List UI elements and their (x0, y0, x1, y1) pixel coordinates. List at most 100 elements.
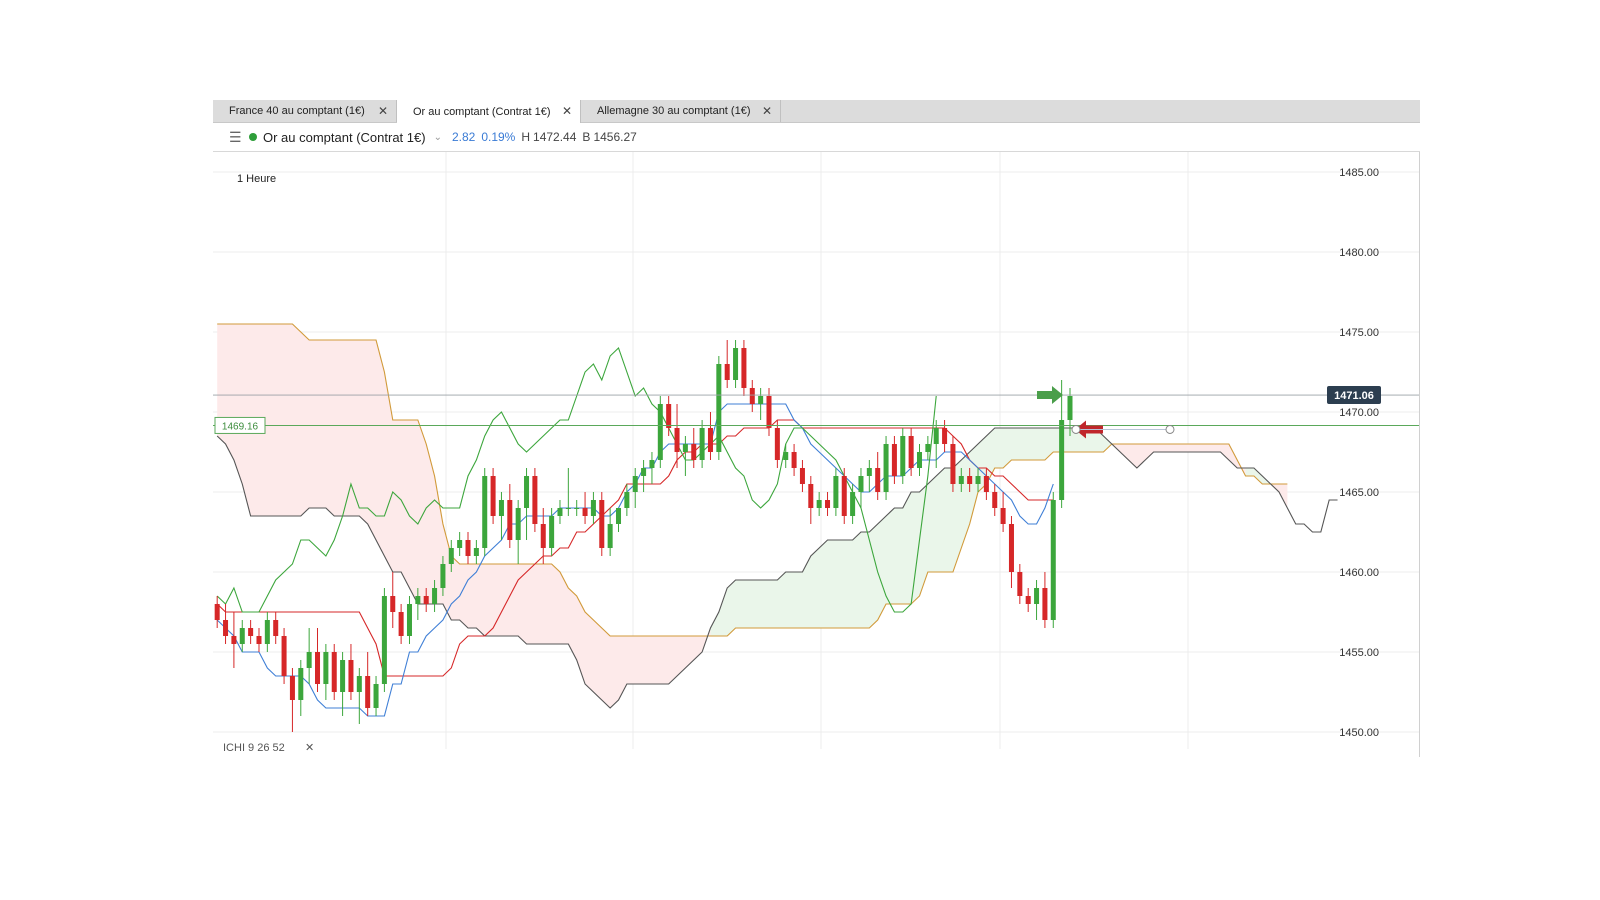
candle-body (1025, 596, 1031, 604)
candle-body (331, 652, 337, 692)
current-price-label: 1471.06 (1334, 390, 1374, 402)
tab-label: Allemagne 30 au comptant (1€) (597, 105, 751, 117)
candle-body (992, 492, 998, 508)
candle-body (231, 636, 237, 644)
low-value: 1456.27 (593, 130, 637, 144)
drawing-handle (1071, 424, 1081, 434)
candle-body (365, 676, 371, 708)
candle-body (733, 348, 739, 380)
candle-body (774, 428, 780, 460)
low-label: B (582, 130, 591, 144)
candle-body (248, 628, 254, 636)
market-status-dot (249, 133, 257, 141)
candle-body (624, 492, 630, 508)
candle-body (524, 476, 530, 508)
candle-body (607, 524, 613, 548)
tab-bar: France 40 au comptant (1€) ✕ Or au compt… (213, 100, 1420, 123)
y-tick-label: 1470.00 (1339, 407, 1379, 419)
candle-body (850, 492, 856, 516)
candle-body (432, 588, 438, 604)
candle-body (423, 596, 429, 604)
candle-body (1042, 588, 1048, 620)
candle-body (632, 476, 638, 492)
candle-body (473, 548, 479, 556)
tab-allemagne-30[interactable]: Allemagne 30 au comptant (1€) ✕ (581, 100, 781, 122)
chart-window: France 40 au comptant (1€) ✕ Or au compt… (213, 100, 1420, 780)
candle-body (323, 652, 329, 684)
candle-body (657, 404, 663, 460)
menu-icon[interactable]: ☰ (229, 129, 242, 146)
tab-france-40[interactable]: France 40 au comptant (1€) ✕ (213, 100, 397, 122)
candle-body (540, 524, 546, 548)
price-change: 2.82 (451, 130, 476, 144)
candle-body (1050, 500, 1056, 620)
candle-body (858, 476, 864, 492)
candle-body (816, 500, 822, 508)
chart-area[interactable]: 1469.16 1485.00 1480.00 1475.00 1470.00 1465… (213, 152, 1420, 780)
candle-body (1000, 508, 1006, 524)
instrument-name: Or au comptant (Contrat 1€) (263, 129, 426, 145)
candle-body (214, 604, 220, 620)
candle-body (866, 468, 872, 476)
candle-body (950, 444, 956, 484)
tab-or-au-comptant[interactable]: Or au comptant (Contrat 1€) ✕ (397, 100, 581, 123)
candle-body (916, 452, 923, 468)
close-icon[interactable]: ✕ (562, 104, 572, 118)
ichimoku-chart[interactable]: 1469.16 1485.00 1480.00 1475.00 1470.00 1465… (213, 152, 1420, 780)
candle-body (465, 540, 471, 556)
candle-body (741, 348, 747, 388)
candle-body (891, 444, 897, 476)
candle-body (791, 452, 797, 468)
candle-body (875, 468, 881, 492)
candle-body (1017, 572, 1023, 596)
candle-body (825, 500, 831, 508)
candle-body (933, 428, 939, 444)
candle-body (315, 652, 321, 684)
candle-body (490, 476, 496, 516)
candle-body (532, 476, 538, 524)
candle-body (356, 676, 362, 692)
y-axis: 1485.00 1480.00 1475.00 1470.00 1465.00 1460.… (1327, 167, 1381, 739)
candle-body (590, 500, 596, 516)
candle-body (390, 596, 396, 612)
candle-body (967, 476, 973, 484)
candle-body (565, 508, 571, 509)
y-tick-label: 1450.00 (1339, 727, 1379, 739)
candle-body (724, 364, 730, 380)
y-tick-label: 1485.00 (1339, 167, 1379, 179)
candle-body (682, 444, 688, 452)
y-tick-label: 1455.00 (1339, 647, 1379, 659)
candle-body (641, 468, 647, 476)
price-change-percent: 0.19% (481, 130, 516, 144)
candle-body (398, 612, 404, 636)
candle-body (758, 396, 764, 404)
candle-body (256, 636, 262, 644)
candle-body (448, 548, 454, 564)
candle-body (1034, 588, 1040, 604)
close-icon[interactable]: ✕ (378, 104, 388, 118)
candle-body (557, 508, 563, 516)
candle-body (615, 508, 622, 524)
candle-body (223, 620, 229, 636)
timeframe-label: 1 Heure (237, 173, 276, 185)
candle-body (707, 428, 713, 452)
candle-body (649, 460, 655, 468)
close-icon[interactable]: ✕ (305, 742, 314, 754)
candle-body (574, 508, 580, 509)
candle-body (582, 508, 588, 516)
candle-body (983, 476, 989, 492)
close-icon[interactable]: ✕ (762, 104, 772, 118)
chevron-down-icon[interactable]: ⌄ (434, 132, 442, 143)
candle-body (833, 476, 839, 508)
candle-body (841, 476, 847, 516)
drawing-handle (1165, 424, 1175, 434)
candle-body (766, 396, 772, 428)
candle-body (415, 596, 421, 604)
arrow-right-icon (1036, 386, 1063, 405)
candle-body (239, 628, 245, 644)
candle-body (799, 468, 805, 484)
y-tick-label: 1475.00 (1339, 327, 1379, 339)
candle-body (549, 516, 555, 548)
candle-body (599, 500, 605, 548)
candle-body (440, 564, 446, 588)
